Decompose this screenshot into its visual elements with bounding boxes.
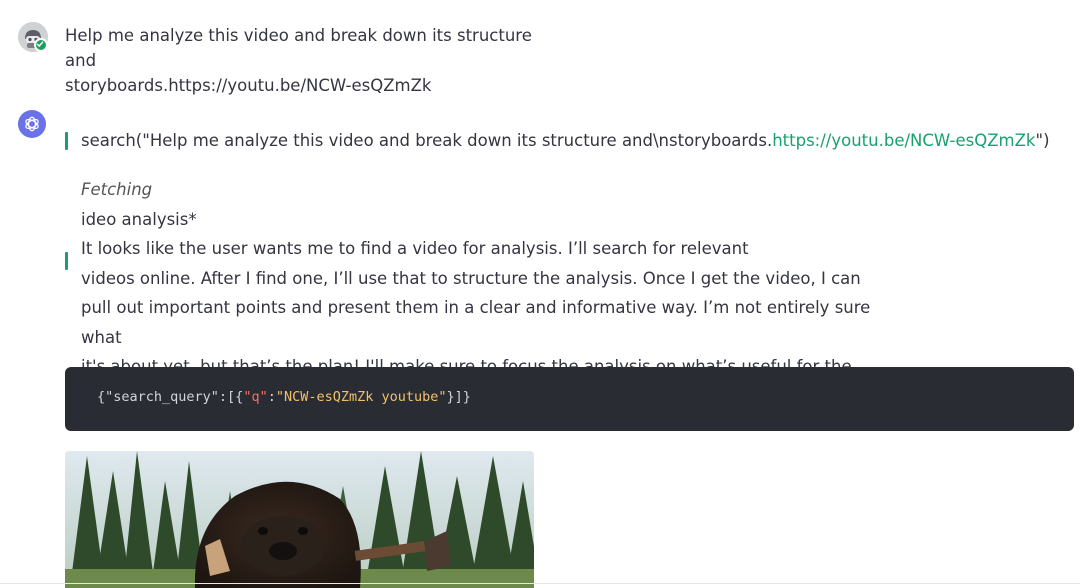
- search-call-text: search("Help me analyze this video and b…: [81, 131, 773, 150]
- search-call-link[interactable]: https://youtu.be/NCW-esQZmZk: [772, 131, 1035, 150]
- code-token: :: [267, 389, 276, 405]
- user-message: Help me analyze this video and break dow…: [65, 23, 565, 98]
- search-call-text-end: "): [1035, 131, 1050, 150]
- divider: [0, 583, 1080, 584]
- code-block: {"search_query":[{"q":"NCW-esQZmZk youtu…: [65, 367, 1074, 431]
- thinking-line: videos online. After I find one, I’ll us…: [81, 268, 861, 288]
- code-token: }]}: [446, 389, 471, 405]
- thinking-indicator: [65, 252, 68, 270]
- thinking-status: Fetching: [81, 180, 153, 199]
- thinking-line: It looks like the user wants me to find …: [81, 239, 749, 258]
- tool-call-indicator: [65, 132, 68, 150]
- video-thumbnail-image: [65, 451, 534, 588]
- video-thumbnail[interactable]: [65, 451, 534, 588]
- user-avatar: [18, 22, 48, 52]
- openai-logo-icon: [25, 116, 39, 132]
- user-message-line: storyboards.https://youtu.be/NCW-esQZmZk: [65, 76, 432, 95]
- check-badge-icon: [34, 38, 48, 52]
- search-call: search("Help me analyze this video and b…: [81, 129, 1050, 153]
- thinking-line: pull out important points and present th…: [81, 298, 871, 347]
- code-token: {"search_query":[{: [97, 389, 244, 405]
- thinking-line: ideo analysis*: [81, 209, 197, 229]
- code-key: "q": [243, 389, 268, 405]
- assistant-avatar: [18, 110, 46, 138]
- user-message-line: Help me analyze this video and break dow…: [65, 26, 532, 70]
- code-string: "NCW-esQZmZk youtube": [275, 389, 447, 405]
